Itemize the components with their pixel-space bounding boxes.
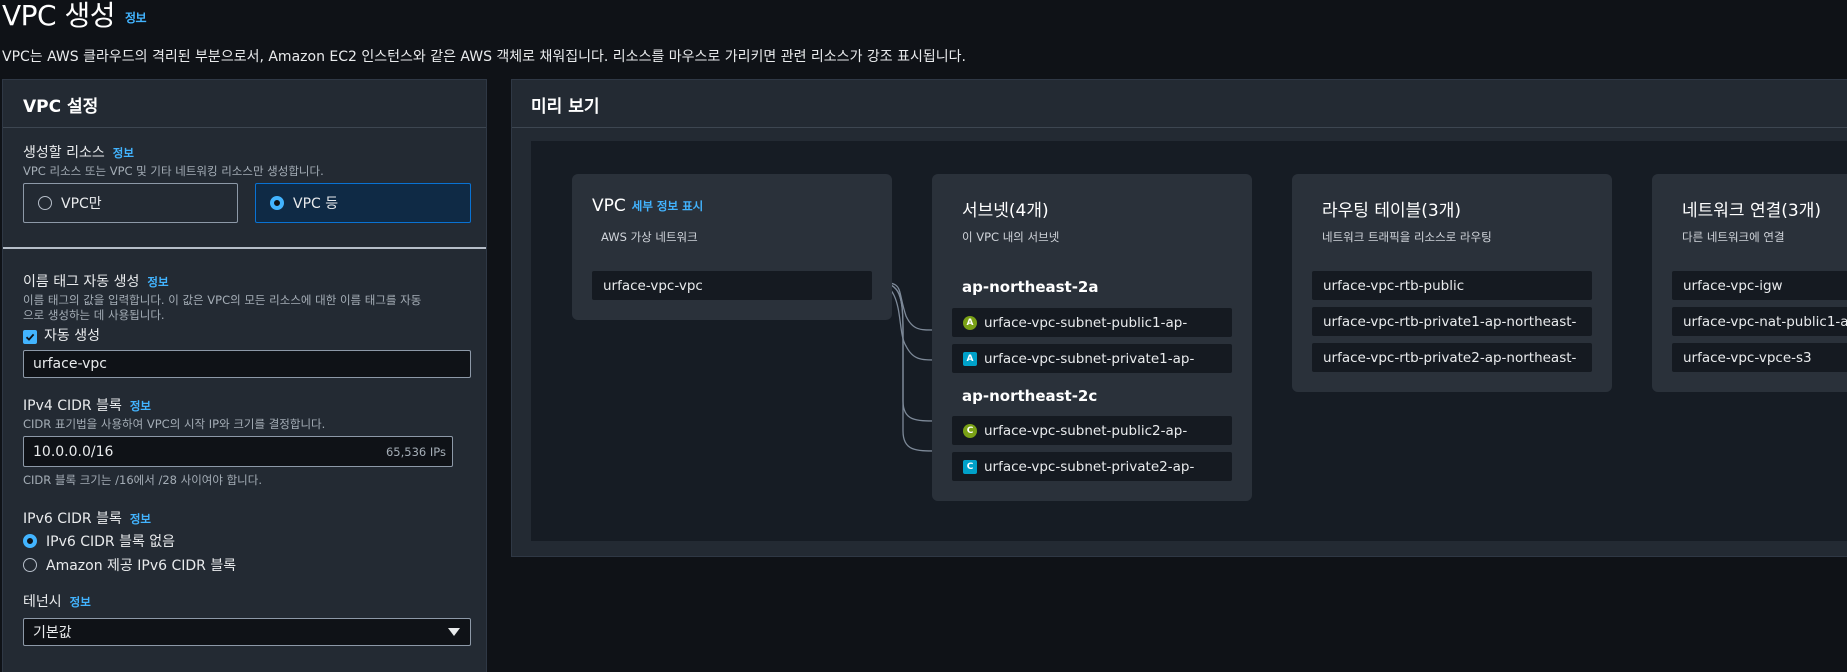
preview-canvas: VPC 세부 정보 표시 AWS 가상 네트워크 urface-vpc-vpc 서…	[531, 141, 1847, 541]
ipv6-amazon-radio[interactable]	[23, 558, 37, 572]
connections-card-title: 네트워크 연결(3개)	[1682, 201, 1821, 221]
name-tag-label: 이름 태그 자동 생성 정보	[23, 271, 466, 291]
vpc-card: VPC 세부 정보 표시 AWS 가상 네트워크 urface-vpc-vpc	[572, 174, 892, 320]
subnet-name: urface-vpc-subnet-private2-ap-	[984, 458, 1195, 475]
subnet-node-private2[interactable]: Curface-vpc-subnet-private2-ap-	[952, 452, 1232, 481]
section-divider	[3, 247, 486, 249]
vpc-card-title-text: VPC	[592, 196, 626, 216]
auto-generate-checkbox-row[interactable]: 자동 생성	[23, 325, 466, 345]
route-table-node-private1[interactable]: urface-vpc-rtb-private1-ap-northeast-	[1312, 307, 1592, 336]
vpc-settings-title: VPC 설정	[3, 80, 486, 128]
route-table-node-private2[interactable]: urface-vpc-rtb-private2-ap-northeast-	[1312, 343, 1592, 372]
public-subnet-icon: C	[963, 423, 977, 438]
subnets-card: 서브넷(4개) 이 VPC 내의 서브넷 ap-northeast-2a Aur…	[932, 174, 1252, 501]
ipv6-none-label: IPv6 CIDR 블록 없음	[46, 534, 176, 550]
ipv4-label-text: IPv4 CIDR 블록	[23, 398, 122, 414]
vpc-and-more-option[interactable]: VPC 등	[255, 183, 471, 223]
subnet-name: urface-vpc-subnet-public2-ap-	[984, 422, 1188, 439]
ipv4-cidr-input[interactable]: 10.0.0.0/16 65,536 IPs	[23, 436, 453, 467]
route-tables-card: 라우팅 테이블(3개) 네트워크 트래픽을 리소스로 라우팅 urface-vp…	[1292, 174, 1612, 392]
connection-node-igw[interactable]: urface-vpc-igw	[1672, 271, 1847, 300]
auto-generate-checkbox[interactable]	[23, 330, 37, 344]
ipv6-info-link[interactable]: 정보	[130, 512, 151, 526]
page-info-link[interactable]: 정보	[125, 11, 147, 25]
connection-node-nat[interactable]: urface-vpc-nat-public1-a	[1672, 307, 1847, 336]
vpc-only-radio[interactable]	[38, 196, 52, 210]
tenancy-section: 테넌시 정보	[23, 591, 466, 611]
tenancy-select[interactable]: 기본값	[23, 618, 471, 646]
name-tag-value: urface-vpc	[33, 356, 107, 372]
private-subnet-icon: C	[963, 459, 977, 474]
route-table-node-public[interactable]: urface-vpc-rtb-public	[1312, 271, 1592, 300]
ipv6-label: IPv6 CIDR 블록 정보	[23, 508, 466, 528]
resources-label-text: 생성할 리소스	[23, 145, 105, 161]
name-tag-label-text: 이름 태그 자동 생성	[23, 274, 140, 290]
name-tag-info-link[interactable]: 정보	[147, 275, 168, 289]
caret-down-icon	[448, 628, 460, 636]
ipv6-none-option[interactable]: IPv6 CIDR 블록 없음	[23, 531, 175, 551]
show-details-link[interactable]: 세부 정보 표시	[632, 199, 704, 213]
public-subnet-icon: A	[963, 315, 977, 330]
ipv4-hint: CIDR 표기법을 사용하여 VPC의 시작 IP와 크기를 결정합니다.	[23, 417, 326, 431]
resources-hint: VPC 리소스 또는 VPC 및 기타 네트워킹 리소스만 생성합니다.	[23, 164, 324, 178]
checkmark-icon	[25, 333, 35, 341]
subnet-node-public2[interactable]: Curface-vpc-subnet-public2-ap-	[952, 416, 1232, 445]
connection-node-vpce[interactable]: urface-vpc-vpce-s3	[1672, 343, 1847, 372]
subnets-card-subtitle: 이 VPC 내의 서브넷	[962, 230, 1060, 244]
subnet-node-private1[interactable]: Aurface-vpc-subnet-private1-ap-	[952, 344, 1232, 373]
vpc-node[interactable]: urface-vpc-vpc	[592, 271, 872, 300]
ipv4-cidr-value: 10.0.0.0/16	[33, 443, 114, 460]
route-tables-card-title: 라우팅 테이블(3개)	[1322, 201, 1461, 221]
az-label-2c: ap-northeast-2c	[962, 387, 1098, 405]
ipv4-section: IPv4 CIDR 블록 정보 CIDR 표기법을 사용하여 VPC의 시작 IP…	[23, 395, 466, 432]
ipv4-label: IPv4 CIDR 블록 정보	[23, 395, 466, 415]
auto-generate-label: 자동 생성	[44, 328, 100, 344]
tenancy-label: 테넌시 정보	[23, 591, 466, 611]
resources-label: 생성할 리소스 정보	[23, 142, 466, 162]
page-description: VPC는 AWS 클라우드의 격리된 부분으로서, Amazon EC2 인스턴…	[2, 49, 966, 65]
preview-title: 미리 보기	[512, 80, 1847, 128]
connections-card-subtitle: 다른 네트워크에 연결	[1682, 230, 1785, 244]
az-label-2a: ap-northeast-2a	[962, 278, 1099, 296]
vpc-card-subtitle: AWS 가상 네트워크	[601, 230, 698, 244]
subnet-node-public1[interactable]: Aurface-vpc-subnet-public1-ap-	[952, 308, 1232, 337]
preview-panel: 미리 보기 VPC 세부 정보 표시 AWS 가상 네트워크 urface-vp…	[511, 79, 1847, 557]
route-tables-card-subtitle: 네트워크 트래픽을 리소스로 라우팅	[1322, 230, 1492, 244]
ipv6-amazon-option[interactable]: Amazon 제공 IPv6 CIDR 블록	[23, 555, 236, 575]
vpc-and-more-radio[interactable]	[270, 196, 284, 210]
subnet-name: urface-vpc-subnet-private1-ap-	[984, 350, 1195, 367]
page-title-text: VPC 생성	[2, 0, 116, 32]
ipv6-amazon-label: Amazon 제공 IPv6 CIDR 블록	[46, 558, 237, 574]
tenancy-label-text: 테넌시	[23, 594, 62, 610]
vpc-and-more-label: VPC 등	[293, 196, 339, 212]
name-tag-input[interactable]: urface-vpc	[23, 350, 471, 378]
resources-section: 생성할 리소스 정보 VPC 리소스 또는 VPC 및 기타 네트워킹 리소스만 …	[23, 142, 466, 179]
name-tag-section: 이름 태그 자동 생성 정보 이름 태그의 값을 입력합니다. 이 값은 VPC의…	[23, 271, 466, 345]
private-subnet-icon: A	[963, 351, 977, 366]
ipv4-constraint: CIDR 블록 크기는 /16에서 /28 사이여야 합니다.	[23, 473, 262, 487]
ipv6-section: IPv6 CIDR 블록 정보	[23, 508, 466, 528]
subnets-card-title: 서브넷(4개)	[962, 201, 1049, 221]
ipv6-none-radio[interactable]	[23, 534, 37, 548]
page-title: VPC 생성 정보	[2, 0, 147, 34]
tenancy-info-link[interactable]: 정보	[70, 595, 91, 609]
network-connections-card: 네트워크 연결(3개) 다른 네트워크에 연결 urface-vpc-igw u…	[1652, 174, 1847, 392]
ipv6-label-text: IPv6 CIDR 블록	[23, 511, 122, 527]
resources-info-link[interactable]: 정보	[113, 146, 134, 160]
subnet-name: urface-vpc-subnet-public1-ap-	[984, 314, 1188, 331]
vpc-settings-panel: VPC 설정 생성할 리소스 정보 VPC 리소스 또는 VPC 및 기타 네트워…	[2, 79, 487, 672]
name-tag-hint-line1: 이름 태그의 값을 입력합니다. 이 값은 VPC의 모든 리소스에 대한 이름…	[23, 293, 422, 307]
vpc-only-option[interactable]: VPC만	[23, 183, 238, 223]
vpc-only-label: VPC만	[61, 196, 102, 212]
ipv4-ip-count: 65,536 IPs	[385, 444, 446, 459]
ipv4-info-link[interactable]: 정보	[130, 399, 151, 413]
tenancy-value: 기본값	[33, 625, 72, 641]
name-tag-hint-line2: 으로 생성하는 데 사용됩니다.	[23, 308, 165, 322]
vpc-card-title: VPC 세부 정보 표시	[592, 196, 703, 216]
